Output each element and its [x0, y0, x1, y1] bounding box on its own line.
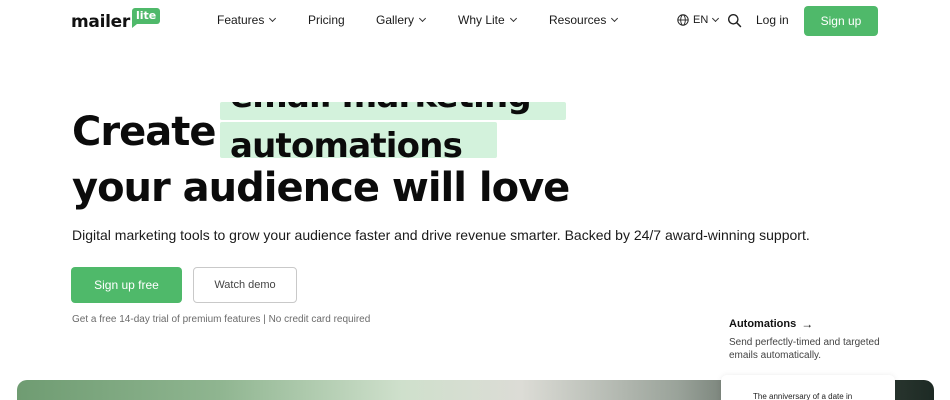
signup-button[interactable]: Sign up — [804, 6, 878, 36]
automation-preview-card: The anniversary of a date in — [721, 375, 895, 400]
signup-free-button[interactable]: Sign up free — [71, 267, 182, 303]
menu-item-label: Features — [217, 13, 265, 27]
automations-link[interactable]: Automations → — [729, 317, 813, 331]
language-selector[interactable]: EN — [677, 14, 720, 26]
menu-item-resources[interactable]: Resources — [549, 13, 619, 27]
top-navigation: mailer lite Features Pricing Gallery Why… — [0, 0, 950, 44]
arrow-right-icon: → — [801, 317, 814, 331]
login-link[interactable]: Log in — [756, 13, 789, 27]
search-icon[interactable] — [727, 13, 742, 28]
rotating-line-2: automations — [230, 126, 463, 160]
mailerlite-logo[interactable]: mailer lite — [71, 8, 161, 34]
globe-icon — [677, 14, 689, 26]
menu-item-gallery[interactable]: Gallery — [376, 13, 427, 27]
headline-word-create: Create — [72, 109, 216, 155]
watch-demo-button[interactable]: Watch demo — [193, 267, 297, 303]
feature-description: Send perfectly-timed and targeted emails… — [729, 337, 880, 361]
feature-title-text: Automations — [729, 318, 797, 330]
menu-item-pricing[interactable]: Pricing — [308, 13, 345, 27]
menu-item-features[interactable]: Features — [217, 13, 277, 27]
menu-item-label: Pricing — [308, 13, 345, 27]
logo-text: mailer — [71, 12, 130, 32]
chevron-down-icon — [611, 14, 619, 23]
menu-item-why-lite[interactable]: Why Lite — [458, 13, 517, 27]
hero-headline: Create email marketing automations your … — [72, 102, 672, 214]
chevron-down-icon — [509, 14, 517, 23]
trial-note: Get a free 14-day trial of premium featu… — [72, 314, 371, 325]
preview-card-text: The anniversary of a date in — [753, 392, 853, 400]
hero-subtitle: Digital marketing tools to grow your aud… — [72, 227, 810, 243]
chevron-down-icon — [712, 14, 720, 23]
menu-item-label: Gallery — [376, 13, 415, 27]
chevron-down-icon — [418, 14, 427, 23]
menu-item-label: Resources — [549, 13, 607, 27]
rotating-line-1: email marketing — [230, 102, 532, 116]
chevron-down-icon — [269, 14, 277, 23]
logo-badge: lite — [131, 8, 161, 28]
headline-rotating-text: email marketing automations — [220, 102, 570, 160]
menu-item-label: Why Lite — [458, 13, 505, 27]
headline-tail: your audience will love — [72, 165, 570, 211]
language-label: EN — [693, 14, 709, 26]
